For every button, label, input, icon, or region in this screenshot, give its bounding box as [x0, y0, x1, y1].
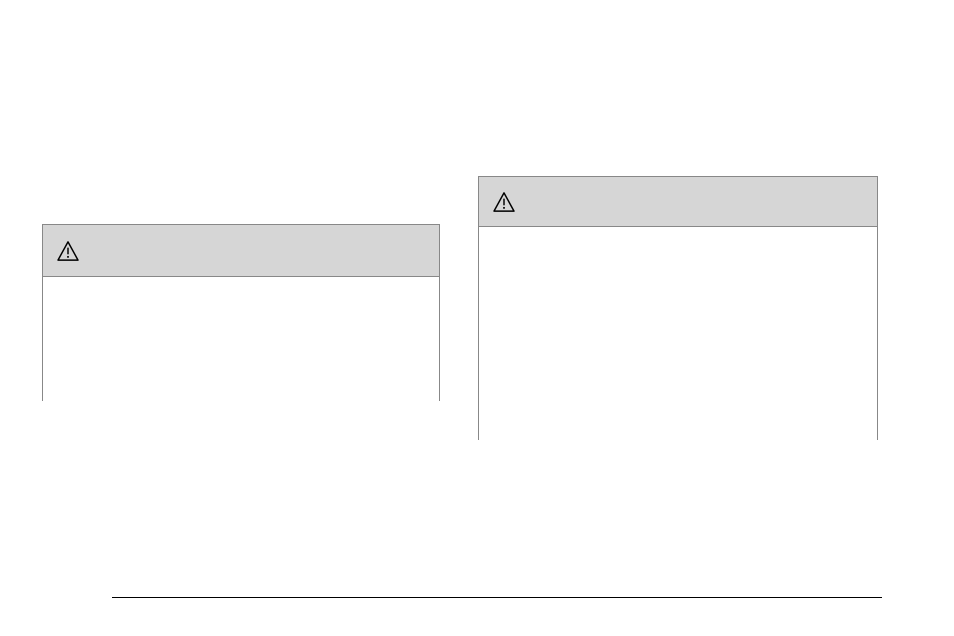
panel-body-right — [479, 227, 877, 440]
panel-header-left — [43, 225, 439, 277]
panel-header-right — [479, 177, 877, 227]
horizontal-divider — [112, 597, 882, 598]
warning-icon — [493, 192, 515, 212]
warning-panel-right — [478, 176, 878, 440]
warning-icon — [57, 241, 79, 261]
warning-panel-left — [42, 224, 440, 401]
panel-body-left — [43, 277, 439, 401]
